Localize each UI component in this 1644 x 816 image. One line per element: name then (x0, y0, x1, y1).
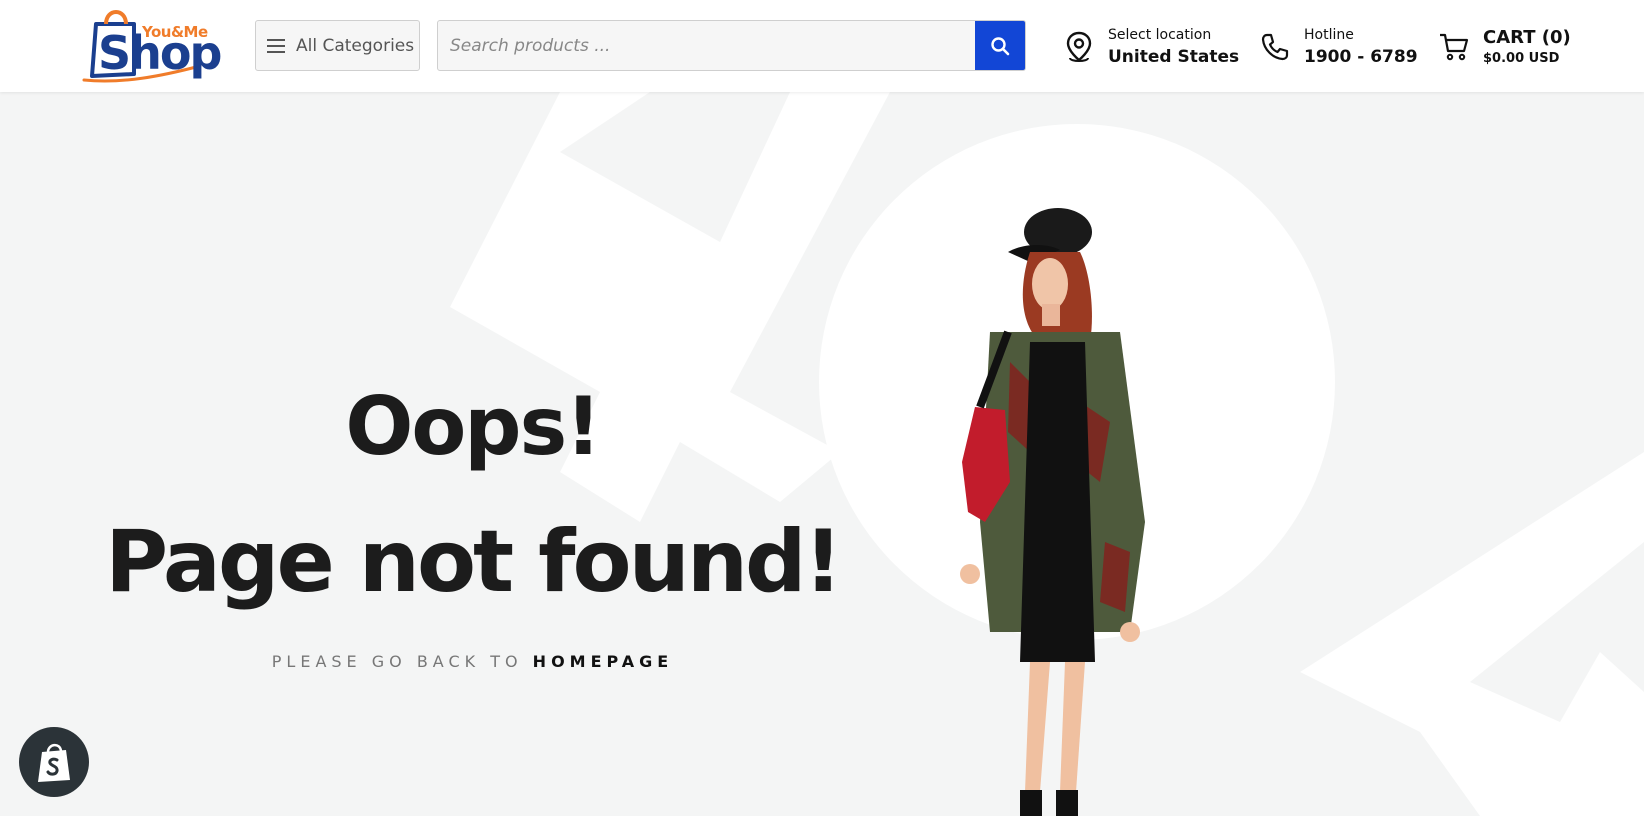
hotline-number: 1900 - 6789 (1304, 46, 1418, 67)
location-pin-icon (1062, 30, 1096, 64)
fashion-model-image (960, 208, 1145, 816)
hotline-label: Hotline (1304, 26, 1354, 43)
go-back-text: PLEASE GO BACK TO (271, 652, 523, 671)
site-header: You&Me Shop All Categories Sele (0, 0, 1644, 92)
search-bar (437, 20, 1026, 71)
search-button[interactable] (975, 21, 1025, 70)
location-selector[interactable]: Select location United States (1062, 22, 1239, 72)
all-categories-label: All Categories (296, 35, 415, 56)
cart-button[interactable]: CART (0) $0.00 USD (1437, 22, 1571, 72)
shopify-badge-button[interactable] (19, 727, 89, 797)
cart-title: CART (0) (1483, 27, 1571, 48)
shop-logo[interactable]: You&Me Shop (82, 4, 222, 86)
go-back-line: PLEASE GO BACK TO HOMEPAGE (0, 652, 945, 671)
all-categories-button[interactable]: All Categories (255, 20, 420, 71)
search-input[interactable] (438, 21, 976, 70)
hotline[interactable]: Hotline 1900 - 6789 (1258, 22, 1418, 72)
homepage-link[interactable]: HOMEPAGE (533, 652, 674, 671)
not-found-section: Oops! Page not found! PLEASE GO BACK TO … (0, 92, 1644, 816)
phone-icon (1258, 30, 1292, 64)
location-label: Select location (1108, 26, 1212, 43)
shopify-bag-icon (38, 743, 70, 782)
hamburger-icon (267, 38, 285, 53)
cart-total: $0.00 USD (1483, 51, 1560, 66)
headline-oops: Oops! (345, 380, 601, 473)
search-icon (991, 36, 1010, 55)
headline-page-not-found: Page not found! (105, 512, 843, 612)
location-value: United States (1108, 46, 1240, 67)
cart-icon (1437, 30, 1471, 64)
logo-main-text: Shop (98, 26, 222, 80)
